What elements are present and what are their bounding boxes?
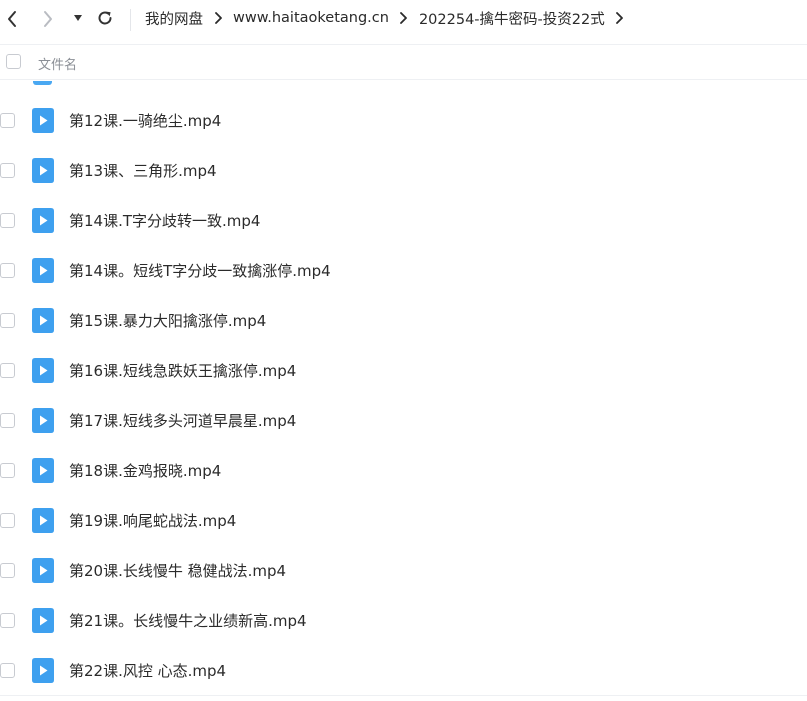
file-checkbox[interactable] <box>0 663 15 678</box>
divider <box>0 695 807 696</box>
file-checkbox[interactable] <box>0 263 15 278</box>
file-checkbox[interactable] <box>0 563 15 578</box>
video-file-icon <box>32 458 54 483</box>
navigation-toolbar: 我的网盘 www.haitaoketang.cn 202254-擒牛密码-投资2… <box>0 0 807 40</box>
file-row[interactable]: 第16课.短线急跌妖王擒涨停.mp4 <box>0 346 807 396</box>
file-name[interactable]: 第14课.T字分歧转一致.mp4 <box>69 210 260 231</box>
file-checkbox[interactable] <box>0 213 15 228</box>
history-dropdown-button[interactable] <box>71 10 85 26</box>
breadcrumb-item-current-folder[interactable]: 202254-擒牛密码-投资22式 <box>419 8 605 29</box>
file-checkbox[interactable] <box>0 413 15 428</box>
video-file-icon <box>32 558 54 583</box>
file-name[interactable]: 第17课.短线多头河道早晨星.mp4 <box>69 410 296 431</box>
file-checkbox[interactable] <box>0 513 15 528</box>
file-row[interactable]: 第14课。短线T字分歧一致擒涨停.mp4 <box>0 246 807 296</box>
refresh-button[interactable] <box>95 8 115 28</box>
video-file-icon <box>32 108 54 133</box>
breadcrumb-item-my-disk[interactable]: 我的网盘 <box>145 8 203 29</box>
file-name[interactable]: 第13课、三角形.mp4 <box>69 160 217 181</box>
chevron-right-icon <box>44 11 52 27</box>
file-checkbox[interactable] <box>0 313 15 328</box>
file-checkbox[interactable] <box>0 363 15 378</box>
video-file-icon <box>32 408 54 433</box>
video-file-icon <box>32 508 54 533</box>
video-file-icon <box>32 258 54 283</box>
breadcrumb: 我的网盘 www.haitaoketang.cn 202254-擒牛密码-投资2… <box>145 0 635 36</box>
file-row[interactable]: 第18课.金鸡报晓.mp4 <box>0 446 807 496</box>
file-name[interactable]: 第15课.暴力大阳擒涨停.mp4 <box>69 310 266 331</box>
file-name[interactable]: 第20课.长线慢牛 稳健战法.mp4 <box>69 560 286 581</box>
file-name[interactable]: 第12课.一骑绝尘.mp4 <box>69 110 221 131</box>
file-row[interactable]: 第19课.响尾蛇战法.mp4 <box>0 496 807 546</box>
file-name[interactable]: 第16课.短线急跌妖王擒涨停.mp4 <box>69 360 296 381</box>
file-row[interactable]: 第17课.短线多头河道早晨星.mp4 <box>0 396 807 446</box>
file-row[interactable]: 第14课.T字分歧转一致.mp4 <box>0 196 807 246</box>
video-file-icon <box>32 358 54 383</box>
chevron-right-icon <box>389 12 419 24</box>
chevron-left-icon <box>8 11 16 27</box>
file-row[interactable]: 第20课.长线慢牛 稳健战法.mp4 <box>0 546 807 596</box>
file-name[interactable]: 第22课.风控 心态.mp4 <box>69 660 226 681</box>
file-checkbox[interactable] <box>0 463 15 478</box>
video-file-icon <box>32 308 54 333</box>
file-row[interactable]: 第12课.一骑绝尘.mp4 <box>0 96 807 146</box>
forward-button[interactable] <box>38 8 58 30</box>
file-name[interactable]: 第19课.响尾蛇战法.mp4 <box>69 510 236 531</box>
video-file-icon <box>32 608 54 633</box>
video-file-icon <box>32 208 54 233</box>
column-header-filename[interactable]: 文件名 <box>38 54 77 73</box>
toolbar-separator <box>130 9 131 31</box>
file-row[interactable]: 第21课。长线慢牛之业绩新高.mp4 <box>0 596 807 646</box>
chevron-right-icon <box>605 12 635 24</box>
file-row[interactable]: 第13课、三角形.mp4 <box>0 146 807 196</box>
select-all-checkbox[interactable] <box>6 54 21 69</box>
file-checkbox[interactable] <box>0 613 15 628</box>
video-file-icon <box>33 81 52 85</box>
file-name[interactable]: 第18课.金鸡报晓.mp4 <box>69 460 221 481</box>
file-name[interactable]: 第14课。短线T字分歧一致擒涨停.mp4 <box>69 260 331 281</box>
refresh-icon <box>98 11 112 25</box>
file-checkbox[interactable] <box>0 113 15 128</box>
back-button[interactable] <box>2 8 22 30</box>
video-file-icon <box>32 658 54 683</box>
file-name[interactable]: 第21课。长线慢牛之业绩新高.mp4 <box>69 610 307 631</box>
file-row[interactable]: 第15课.暴力大阳擒涨停.mp4 <box>0 296 807 346</box>
file-list-header: 文件名 <box>0 44 807 80</box>
video-file-icon <box>32 158 54 183</box>
file-row[interactable]: 第22课.风控 心态.mp4 <box>0 646 807 696</box>
chevron-right-icon <box>203 12 233 24</box>
breadcrumb-item-site-folder[interactable]: www.haitaoketang.cn <box>233 10 389 26</box>
caret-down-icon <box>74 15 82 21</box>
file-checkbox[interactable] <box>0 163 15 178</box>
